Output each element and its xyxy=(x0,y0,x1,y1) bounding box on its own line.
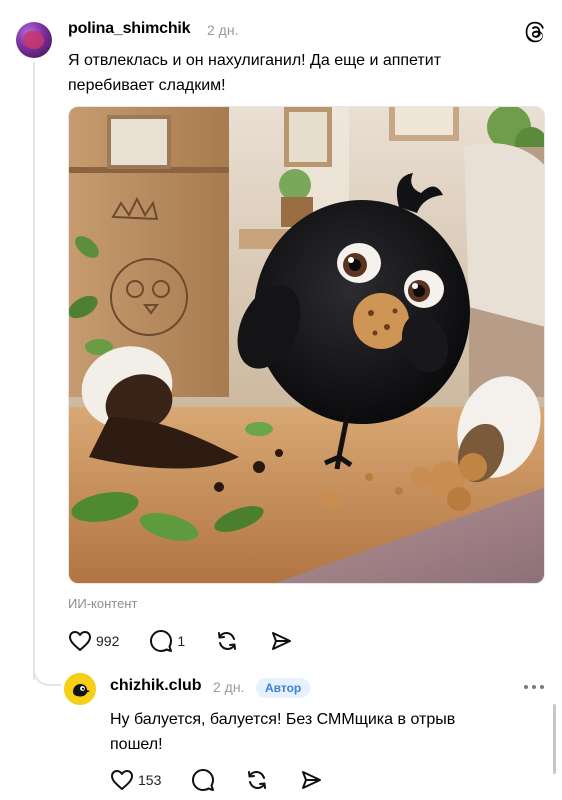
post-actions: 992 1 xyxy=(68,627,323,655)
reply-avatar[interactable] xyxy=(64,673,96,705)
comment-icon xyxy=(150,630,173,652)
comment-icon xyxy=(192,769,215,791)
post-image[interactable] xyxy=(68,106,545,584)
more-dots-icon[interactable] xyxy=(522,680,546,694)
comment-count: 1 xyxy=(177,633,186,649)
reply-actions: 153 xyxy=(110,766,353,794)
reply-like-button[interactable]: 153 xyxy=(110,769,161,791)
share-button[interactable] xyxy=(269,629,293,653)
post-time: 2 дн. xyxy=(207,22,239,38)
heart-icon xyxy=(111,770,133,790)
scrollbar[interactable] xyxy=(553,704,556,774)
heart-icon xyxy=(69,631,91,651)
reply-like-count: 153 xyxy=(138,772,162,788)
reply-repost-button[interactable] xyxy=(245,768,269,792)
threads-logo-icon[interactable] xyxy=(523,20,547,44)
repost-icon xyxy=(248,771,267,789)
share-icon xyxy=(302,771,322,789)
repost-button[interactable] xyxy=(215,629,239,653)
like-button[interactable]: 992 xyxy=(68,630,119,652)
ai-content-label: ИИ-контент xyxy=(68,596,138,611)
post-username[interactable]: polina_shimchik xyxy=(68,20,191,38)
chizhik-logo-icon xyxy=(64,673,96,705)
reply-username[interactable]: chizhik.club xyxy=(110,677,202,695)
fluffy-bird-illustration xyxy=(69,107,544,583)
avatar[interactable] xyxy=(16,22,52,58)
reply-comment-button[interactable] xyxy=(191,768,215,792)
reply-share-button[interactable] xyxy=(299,768,323,792)
repost-icon xyxy=(218,632,237,650)
like-count: 992 xyxy=(96,633,120,649)
thread-connector-curve xyxy=(33,664,61,686)
reply-time: 2 дн. xyxy=(213,679,245,695)
comment-button[interactable]: 1 xyxy=(149,629,185,653)
thread-connector-line xyxy=(33,62,35,680)
author-badge: Автор xyxy=(256,678,311,698)
reply-text: Ну балуется, балуется! Без СММщика в отр… xyxy=(110,711,456,753)
share-icon xyxy=(272,632,292,650)
post-text: Я отвлеклась и он нахулиганил! Да еще и … xyxy=(68,52,442,94)
